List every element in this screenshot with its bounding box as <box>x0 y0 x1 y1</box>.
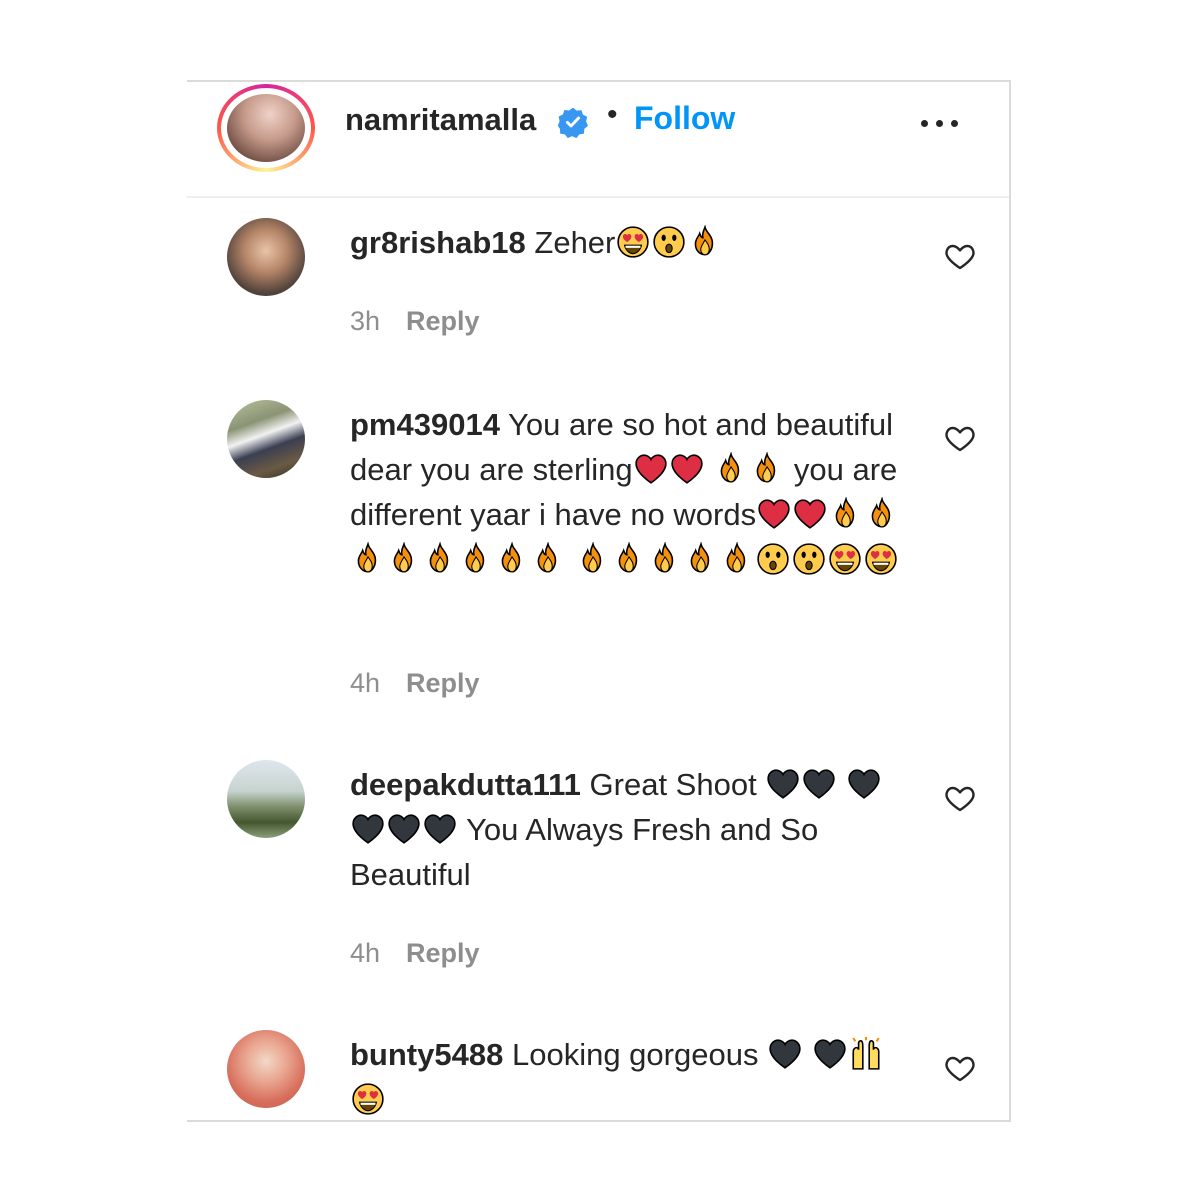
black-heart-emoji-icon <box>768 1037 802 1071</box>
owner-username[interactable]: namritamalla <box>345 102 536 138</box>
reply-button[interactable]: Reply <box>406 668 480 698</box>
verified-badge-icon <box>557 107 588 138</box>
red-heart-emoji-icon <box>793 497 827 531</box>
black-heart-emoji-icon <box>423 812 457 846</box>
comment-meta: 3h Reply <box>350 306 480 337</box>
black-heart-emoji-icon <box>813 1037 847 1071</box>
post-comments-panel: namritamalla • Follow gr8rishab18 Zeher … <box>187 80 1011 1122</box>
heart-outline-icon[interactable] <box>943 782 977 814</box>
heart-outline-icon[interactable] <box>943 240 977 272</box>
comment-time: 4h <box>350 938 381 968</box>
fire-emoji-icon <box>387 542 421 576</box>
commenter-avatar[interactable] <box>227 760 305 838</box>
story-ring[interactable] <box>217 84 315 172</box>
owner-avatar <box>227 94 305 162</box>
comment-time: 4h <box>350 668 381 698</box>
heart-eyes-emoji-icon <box>616 225 650 259</box>
heart-eyes-emoji-icon <box>351 1082 385 1116</box>
emoji-group <box>633 452 786 487</box>
commenter-avatar[interactable] <box>227 400 305 478</box>
fire-emoji-icon <box>612 542 646 576</box>
comment-time: 3h <box>350 306 381 336</box>
commenter-avatar[interactable] <box>227 1030 305 1108</box>
fire-emoji-icon <box>648 542 682 576</box>
red-heart-emoji-icon <box>634 452 668 486</box>
fire-emoji-icon <box>531 542 565 576</box>
comment-username[interactable]: deepakdutta111 <box>350 767 581 802</box>
heart-eyes-emoji-icon <box>864 542 898 576</box>
black-heart-emoji-icon <box>766 767 800 801</box>
fire-emoji-icon <box>750 452 784 486</box>
comment-text: Looking gorgeous <box>511 1037 759 1072</box>
reply-button[interactable]: Reply <box>406 306 480 336</box>
red-heart-emoji-icon <box>670 452 704 486</box>
post-header: namritamalla • Follow <box>187 82 1009 198</box>
fire-emoji-icon <box>495 542 529 576</box>
heart-outline-icon[interactable] <box>943 422 977 454</box>
fire-emoji-icon <box>829 497 863 531</box>
black-heart-emoji-icon <box>847 767 881 801</box>
comment-meta: 4h Reply <box>350 668 480 699</box>
hushed-emoji-icon <box>652 225 686 259</box>
comment-meta: 4h Reply <box>350 938 480 969</box>
red-heart-emoji-icon <box>757 497 791 531</box>
heart-eyes-emoji-icon <box>828 542 862 576</box>
fire-emoji-icon <box>423 542 457 576</box>
black-heart-emoji-icon <box>351 812 385 846</box>
comment-text: Great Shoot <box>589 767 757 802</box>
comment-username[interactable]: bunty5488 <box>350 1037 503 1072</box>
more-options-icon[interactable] <box>917 104 963 142</box>
hushed-emoji-icon <box>792 542 826 576</box>
comment-username[interactable]: pm439014 <box>350 407 500 442</box>
comment-text: Zeher <box>534 225 616 260</box>
hushed-emoji-icon <box>756 542 790 576</box>
heart-outline-icon[interactable] <box>943 1052 977 1084</box>
black-heart-emoji-icon <box>802 767 836 801</box>
fire-emoji-icon <box>688 225 722 259</box>
reply-button[interactable]: Reply <box>406 938 480 968</box>
comment-username[interactable]: gr8rishab18 <box>350 225 526 260</box>
header-separator: • <box>607 98 618 131</box>
follow-button[interactable]: Follow <box>634 100 735 137</box>
fire-emoji-icon <box>865 497 899 531</box>
fire-emoji-icon <box>720 542 754 576</box>
raising-hands-emoji-icon <box>849 1037 883 1071</box>
fire-emoji-icon <box>576 542 610 576</box>
commenter-avatar[interactable] <box>227 218 305 296</box>
black-heart-emoji-icon <box>387 812 421 846</box>
emoji-group <box>615 225 723 260</box>
fire-emoji-icon <box>684 542 718 576</box>
fire-emoji-icon <box>714 452 748 486</box>
fire-emoji-icon <box>351 542 385 576</box>
fire-emoji-icon <box>459 542 493 576</box>
